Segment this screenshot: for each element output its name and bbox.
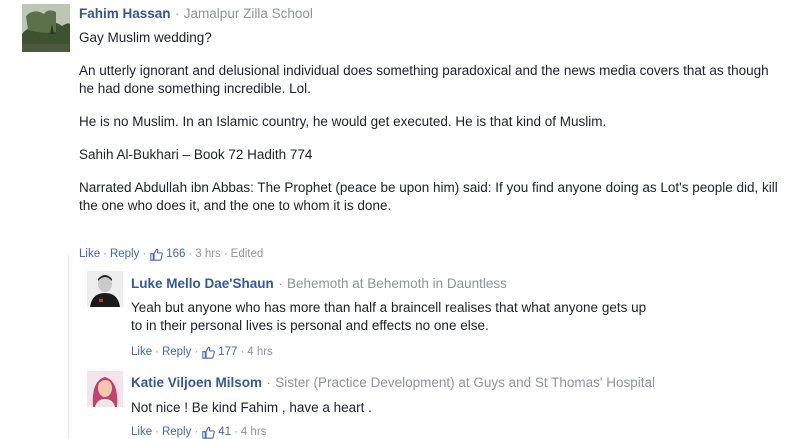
avatar-luke-mello[interactable] xyxy=(87,271,123,307)
timestamp[interactable]: 3 hrs xyxy=(195,246,221,262)
dot-separator: · xyxy=(234,426,238,438)
commenter-affiliation[interactable]: Sister (Practice Development) at Guys an… xyxy=(275,375,655,390)
like-count[interactable]: 41 xyxy=(218,424,231,439)
separator: · xyxy=(175,6,180,21)
like-button[interactable]: Like xyxy=(131,344,152,360)
dot-separator: · xyxy=(188,248,193,260)
commenter-name[interactable]: Fahim Hassan xyxy=(79,6,171,21)
like-button[interactable]: Like xyxy=(131,424,152,439)
comment-paragraph: Narrated Abdullah ibn Abbas: The Prophet… xyxy=(79,180,778,213)
commenter-affiliation[interactable]: Behemoth at Behemoth in Dauntless xyxy=(287,276,507,291)
edited-label[interactable]: Edited xyxy=(231,246,264,262)
comment-paragraph: Sahih Al-Bukhari – Book 72 Hadith 774 xyxy=(79,147,313,162)
comment-actions: Like · Reply · 166 · 3 hrs · Edited xyxy=(79,246,263,262)
thumbs-up-icon[interactable] xyxy=(202,346,216,359)
reply-body: Yeah but anyone who has more than half a… xyxy=(131,300,647,333)
commenter-name[interactable]: Katie Viljoen Milsom xyxy=(131,375,262,390)
dot-separator: · xyxy=(155,426,159,438)
dot-separator: · xyxy=(155,346,159,358)
like-button[interactable]: Like xyxy=(79,246,100,262)
dot-separator: · xyxy=(223,248,228,260)
comment-body: Gay Muslim wedding? An utterly ignorant … xyxy=(79,29,779,215)
reply-button[interactable]: Reply xyxy=(162,424,191,439)
timestamp[interactable]: 4 hrs xyxy=(247,344,273,360)
comment-paragraph: An utterly ignorant and delusional indiv… xyxy=(79,63,769,96)
dot-separator: · xyxy=(103,248,107,260)
reply-actions: Like · Reply · 177 · 4 hrs xyxy=(131,344,273,360)
commenter-affiliation[interactable]: Jamalpur Zilla School xyxy=(184,6,313,21)
dot-separator: · xyxy=(240,346,245,358)
reply-button[interactable]: Reply xyxy=(162,344,191,360)
dot-separator: · xyxy=(142,248,147,260)
thumbs-up-icon[interactable] xyxy=(202,426,216,439)
dot-separator: · xyxy=(194,346,199,358)
thumbs-up-icon[interactable] xyxy=(150,248,164,261)
like-count[interactable]: 177 xyxy=(218,344,237,360)
avatar-fahim-hassan[interactable] xyxy=(22,4,70,52)
reply-button[interactable]: Reply xyxy=(110,246,139,262)
reply-thread-line xyxy=(68,255,69,439)
commenter-name[interactable]: Luke Mello Dae'Shaun xyxy=(131,276,274,291)
comment-paragraph: He is no Muslim. In an Islamic country, … xyxy=(79,114,607,129)
separator: · xyxy=(266,375,271,390)
avatar-katie-viljoen[interactable] xyxy=(87,371,123,407)
like-count[interactable]: 166 xyxy=(166,246,185,262)
reply-actions: Like · Reply · 41 · 4 hrs xyxy=(131,424,266,439)
reply-body: Not nice ! Be kind Fahim , have a heart … xyxy=(131,400,372,415)
timestamp[interactable]: 4 hrs xyxy=(241,424,267,439)
comment-paragraph: Gay Muslim wedding? xyxy=(79,30,212,45)
separator: · xyxy=(278,276,283,291)
dot-separator: · xyxy=(194,426,199,438)
